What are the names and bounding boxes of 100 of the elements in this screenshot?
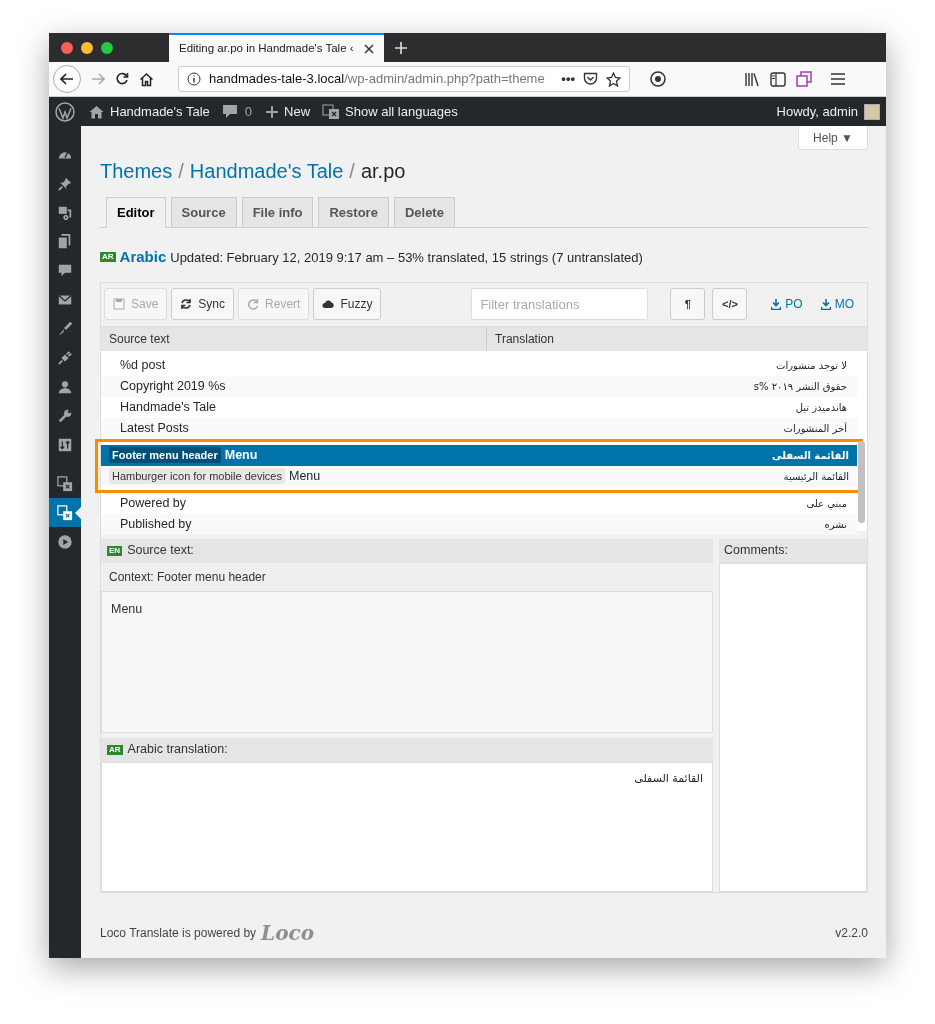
wordpress-logo-icon[interactable] [55,101,75,122]
download-link[interactable]: PO [771,295,803,313]
source-text: Latest Posts [120,419,189,437]
containers-icon[interactable] [796,71,812,87]
play-icon [57,533,73,550]
translation-text: القائمة السفلى [772,448,849,463]
tab[interactable]: Editor [106,197,166,228]
close-icon[interactable] [364,43,374,54]
translation-text: القائمة الرئيسية [783,469,849,484]
translation-text: نشره [824,517,847,532]
tab[interactable]: Restore [318,197,389,228]
new-tab-icon[interactable] [394,40,408,55]
translate-icon [57,504,73,521]
source-text: Copyright 2019 %s [120,377,226,395]
home-icon [89,104,104,119]
comments-field[interactable] [719,562,867,892]
translation-text: لا توجد منشورات [776,358,847,373]
user-icon [57,378,73,395]
plug-icon [57,349,73,366]
download-link[interactable]: MO [820,295,854,313]
pane-header: AR Arabic translation: [101,737,713,762]
breadcrumb-separator: / [349,159,355,184]
translation-text: أخر المنشورات [783,421,847,436]
settings-icon [57,436,73,453]
reload-icon[interactable] [115,72,129,86]
comment-count[interactable]: 0 [244,101,253,122]
sync-icon [180,298,193,310]
menu-icon[interactable] [830,72,846,86]
breadcrumb-link[interactable]: Themes [100,156,173,186]
toolbar-button[interactable]: Sync [171,288,235,320]
toolbar-button[interactable]: Fuzzy [313,288,382,320]
url-text: handmades-tale-3.local/wp-admin/admin.php?path=theme [209,70,546,89]
source-text: %d post [120,356,166,374]
sidebar-menu-item[interactable] [49,498,81,527]
revert-icon [247,298,260,310]
source-text: Published by [120,515,192,533]
source-text: Menu [288,467,321,485]
download-icon [771,298,782,310]
pane-header: EN Source text: [101,538,713,563]
column-header[interactable]: Source text [101,326,486,351]
toggle-button[interactable]: </> [712,288,748,320]
address-bar[interactable]: handmades-tale-3.local/wp-admin/admin.php?path=theme ••• [178,66,630,92]
breadcrumb-current: ar.po [360,159,406,184]
locale-flag: AR [100,252,116,263]
avatar[interactable] [864,103,880,120]
library-icon[interactable] [744,71,760,87]
version-text: v2.2.0 [835,925,868,942]
locale-flag: AR [107,744,123,755]
translation-field[interactable]: القائمة السفلى [101,761,713,892]
help-button[interactable]: Help ▼ [798,126,868,150]
browser-tab[interactable]: Editing ar.po in Handmade's Tale ‹ [169,33,384,62]
greeting-link[interactable]: Howdy, admin [776,101,858,122]
tab[interactable]: Delete [393,197,455,228]
comment-icon[interactable] [221,104,238,119]
source-text: Handmade's Tale [120,398,216,416]
source-text: Menu [224,446,258,464]
scrollbar-thumb[interactable] [858,440,865,523]
show-languages-link[interactable]: Show all languages [345,101,458,122]
plus-icon[interactable] [266,105,279,118]
sidebar-icon[interactable] [770,71,786,87]
source-text: Powered by [120,494,186,512]
tab[interactable]: Source [170,197,237,228]
back-arrow-icon [60,72,74,86]
zoom-window-button[interactable] [101,41,113,54]
home-icon[interactable] [139,71,154,87]
source-text-box: Menu [101,590,713,733]
pin-icon [57,175,73,192]
locale-link[interactable]: Arabic [119,246,167,269]
site-name-link[interactable]: Handmade's Tale [110,101,210,122]
translation-text: حقوق النشر ٢٠١٩ %s [753,379,847,394]
translation-text: مبني على [806,496,847,511]
download-icon [820,298,831,310]
star-icon[interactable] [606,71,621,87]
translate-icon [57,475,73,492]
pocket-icon[interactable] [583,72,598,86]
page-actions-button[interactable]: ••• [561,69,575,89]
close-window-button[interactable] [61,41,73,54]
brush-icon [57,320,73,337]
breadcrumb-link[interactable]: Handmade's Tale [189,156,344,186]
save-icon [113,298,125,310]
pages-icon [57,233,73,250]
column-header[interactable]: Translation [486,326,867,351]
extension-icon[interactable] [650,71,666,87]
tab-title: Editing ar.po in Handmade's Tale ‹ [179,40,355,56]
tab[interactable]: File info [241,197,314,228]
new-link[interactable]: New [284,101,311,122]
toggle-button[interactable]: ¶ [670,288,706,320]
cloud-icon [322,298,335,310]
context-tag: Footer menu header [109,446,221,464]
footer-text: Loco Translate is powered by [100,925,257,942]
breadcrumb-separator: / [178,159,184,184]
comment-icon [57,262,73,279]
translate-icon[interactable] [322,103,341,120]
locale-summary: Updated: February 12, 2019 9:17 am – 53% translated, 15 strings (7 untranslated) [170,248,643,267]
pane-header: Comments: [719,538,867,563]
minimize-window-button[interactable] [81,41,93,54]
context-tag: Hamburger icon for mobile devices [109,467,285,485]
back-button[interactable] [53,65,81,93]
filter-field[interactable]: Filter translations [471,288,649,320]
wrench-icon [57,407,73,424]
